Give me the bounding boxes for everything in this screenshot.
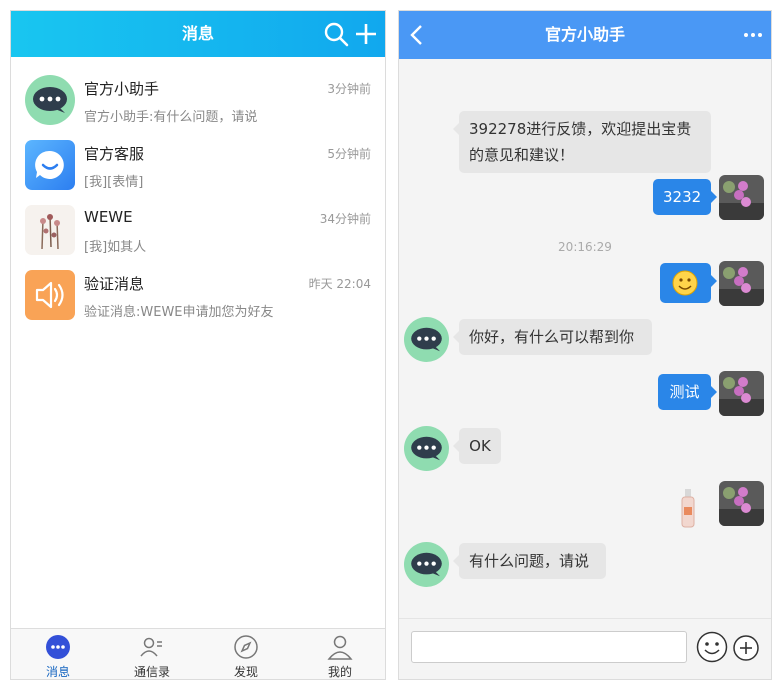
flower-avatar-icon	[719, 175, 764, 220]
conversation-time: 昨天 22:04	[308, 277, 371, 291]
flower-avatar-icon	[719, 261, 764, 306]
compass-icon	[234, 635, 258, 659]
assistant-avatar[interactable]	[404, 542, 449, 587]
chat-bubble-icon	[25, 75, 75, 125]
tab-messages[interactable]: 消息	[11, 629, 105, 679]
speaker-avatar	[25, 270, 75, 320]
chat-bubble-avatar	[25, 75, 75, 125]
assistant-avatar[interactable]	[404, 317, 449, 362]
tab-discover[interactable]: 发现	[199, 629, 293, 679]
my-avatar[interactable]	[719, 371, 764, 416]
bottom-tab-bar: 消息 通信录 发现 我的	[11, 628, 385, 679]
chat-screen: 官方小助手 392278进行反馈，欢迎提出宝贵的意见和建议！ 3232 20:1…	[398, 10, 772, 680]
outgoing-emoji-bubble	[660, 263, 717, 303]
service-avatar	[25, 140, 75, 190]
emoji-icon[interactable]	[696, 631, 728, 663]
message-timestamp: 20:16:29	[558, 240, 612, 254]
smiley-emoji-icon	[672, 270, 698, 296]
incoming-message-bubble: 有什么问题，请说	[453, 543, 606, 579]
plus-circle-icon[interactable]	[733, 635, 759, 661]
user-icon	[327, 635, 353, 660]
outgoing-message-bubble: 3232	[653, 179, 717, 215]
tab-label: 发现	[233, 665, 258, 679]
conversation-item-service[interactable]: 官方客服 5分钟前 [我][表情]	[11, 133, 385, 195]
messages-header: 消息	[11, 11, 385, 57]
conversation-name: WEWE	[84, 208, 133, 226]
incoming-message-bubble: 392278进行反馈，欢迎提出宝贵的意见和建议！	[453, 111, 711, 173]
my-avatar[interactable]	[719, 261, 764, 306]
conversation-time: 5分钟前	[327, 147, 371, 161]
conversation-preview: 官方小助手:有什么问题，请说	[84, 110, 258, 125]
conversation-preview: [我][表情]	[84, 175, 144, 190]
sent-image-thumbnail[interactable]	[678, 487, 700, 531]
conversation-list-screen: 消息 官方小助手 3分钟前 官方小助手:有什么问题，请说 官方客服 5分钟前 […	[10, 10, 386, 680]
conversation-time: 3分钟前	[327, 82, 371, 96]
flower-avatar-icon	[719, 371, 764, 416]
flower-avatar-icon	[719, 481, 764, 526]
tab-label: 通信录	[133, 665, 170, 679]
tab-me[interactable]: 我的	[293, 629, 385, 679]
message-list[interactable]: 392278进行反馈，欢迎提出宝贵的意见和建议！ 3232 20:16:29 你…	[399, 59, 771, 621]
message-input-bar	[399, 618, 771, 679]
more-dots-icon[interactable]	[743, 25, 763, 45]
tab-label: 消息	[45, 665, 70, 679]
conversation-preview: [我]如其人	[84, 240, 147, 255]
my-avatar[interactable]	[719, 481, 764, 526]
chat-header: 官方小助手	[399, 11, 771, 59]
tab-contacts[interactable]: 通信录	[105, 629, 199, 679]
tab-label: 我的	[327, 665, 352, 679]
conversation-preview: 验证消息:WEWE申请加您为好友	[84, 305, 274, 320]
conversation-name: 官方客服	[84, 145, 145, 163]
conversation-name: 官方小助手	[84, 80, 160, 98]
conversation-item-assistant[interactable]: 官方小助手 3分钟前 官方小助手:有什么问题，请说	[11, 68, 385, 130]
chat-bubble-icon	[404, 426, 449, 471]
flower-photo-icon	[40, 214, 60, 250]
message-input[interactable]	[411, 631, 687, 663]
search-icon[interactable]	[323, 21, 349, 47]
smile-bubble-icon	[35, 150, 64, 179]
speaker-icon	[35, 281, 64, 309]
incoming-message-bubble: 你好，有什么可以帮到你	[453, 319, 652, 355]
message-icon	[46, 635, 70, 659]
my-avatar[interactable]	[719, 175, 764, 220]
add-icon[interactable]	[353, 21, 379, 47]
chat-bubble-icon	[404, 317, 449, 362]
chat-title: 官方小助手	[544, 25, 625, 44]
chat-bubble-icon	[404, 542, 449, 587]
conversation-name: 验证消息	[84, 275, 145, 293]
conversation-time: 34分钟前	[319, 212, 371, 226]
conversation-item-wewe[interactable]: WEWE 34分钟前 [我]如其人	[11, 198, 385, 260]
photo-avatar	[25, 205, 75, 255]
incoming-message-bubble: OK	[453, 428, 501, 464]
outgoing-message-bubble: 测试	[658, 374, 717, 410]
assistant-avatar[interactable]	[404, 426, 449, 471]
contacts-icon	[140, 637, 162, 657]
conversation-item-verify[interactable]: 验证消息 昨天 22:04 验证消息:WEWE申请加您为好友	[11, 263, 385, 325]
